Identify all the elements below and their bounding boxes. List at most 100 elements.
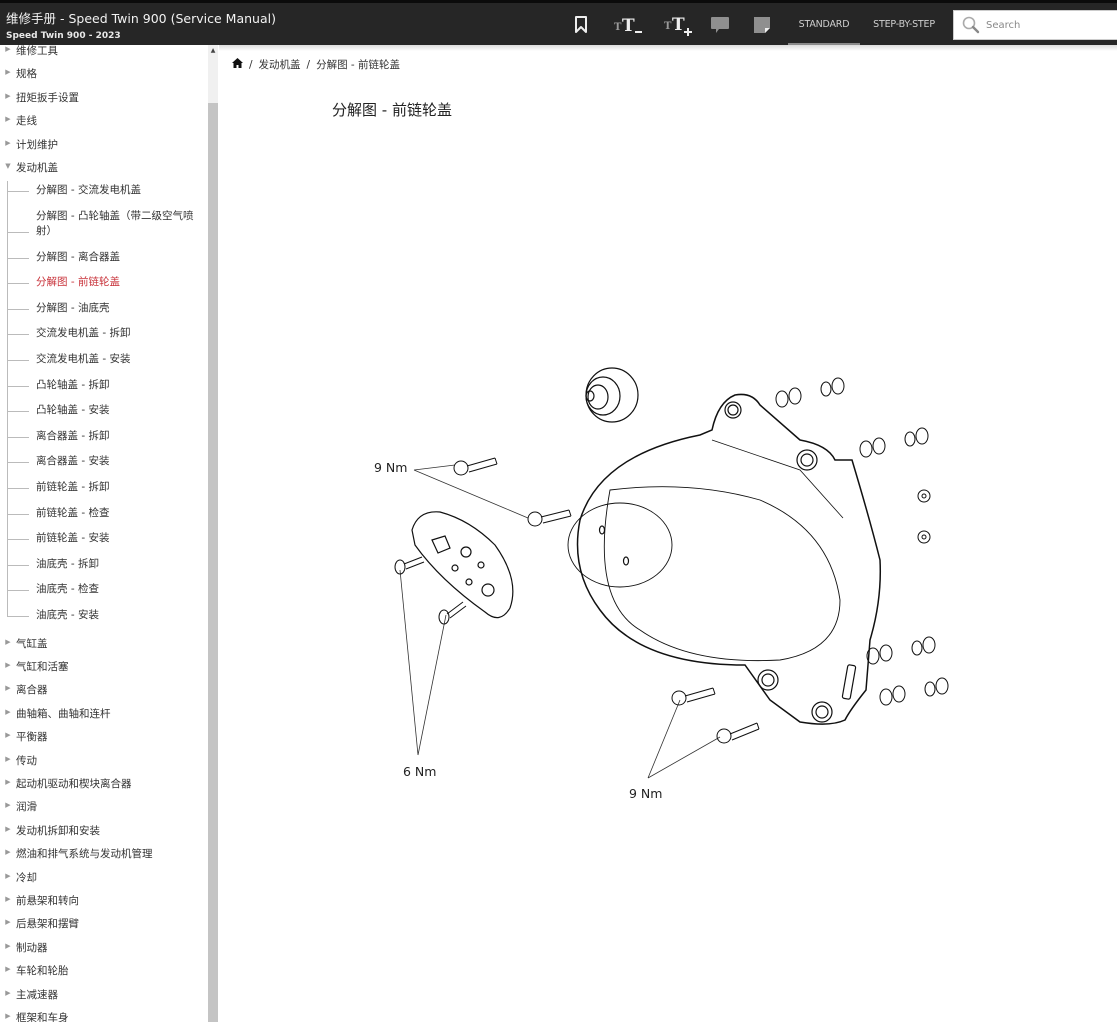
sidebar-item[interactable]: ▶ 走线: [0, 113, 205, 128]
caret-right-icon[interactable]: ▶: [0, 45, 16, 53]
sidebar-subitem[interactable]: 分解图 - 油底壳: [36, 301, 196, 316]
sidebar-subitem[interactable]: 离合器盖 - 拆卸: [36, 429, 196, 444]
tab-standard[interactable]: STANDARD: [788, 3, 860, 46]
sidebar-item[interactable]: ▶ 气缸和活塞: [0, 659, 205, 674]
top-bar: 维修手册 - Speed Twin 900 (Service Manual) S…: [0, 0, 1117, 46]
caret-right-icon[interactable]: ▶: [0, 661, 16, 669]
sidebar-item[interactable]: ▶ 制动器: [0, 940, 205, 955]
caret-right-icon[interactable]: ▶: [0, 801, 16, 809]
comment-button[interactable]: [709, 13, 731, 37]
sidebar-item[interactable]: ▶ 燃油和排气系统与发动机管理: [0, 846, 205, 861]
sidebar-item[interactable]: ▼ 发动机盖: [0, 160, 205, 175]
caret-right-icon[interactable]: ▶: [0, 755, 16, 763]
sidebar-item[interactable]: ▶ 框架和车身: [0, 1010, 205, 1022]
sidebar-item[interactable]: ▶ 扭矩扳手设置: [0, 90, 205, 105]
tree-connector: [7, 462, 29, 464]
caret-right-icon[interactable]: ▶: [0, 1012, 16, 1020]
bookmark-icon: [575, 16, 587, 33]
caret-right-icon[interactable]: ▶: [0, 115, 16, 123]
sidebar-subitem[interactable]: 前链轮盖 - 安装: [36, 531, 196, 546]
sidebar-item[interactable]: ▶ 气缸盖: [0, 636, 205, 651]
sidebar-item[interactable]: ▶ 前悬架和转向: [0, 893, 205, 908]
page-title: 分解图 - 前链轮盖: [332, 101, 452, 119]
dowels: [775, 377, 949, 706]
caret-right-icon[interactable]: ▶: [0, 778, 16, 786]
sidebar-subitem[interactable]: 油底壳 - 拆卸: [36, 557, 196, 572]
caret-right-icon[interactable]: ▶: [0, 895, 16, 903]
sidebar-item-label: 平衡器: [16, 731, 48, 744]
tree-connector: [7, 231, 29, 233]
sidebar-subitem-active[interactable]: 分解图 - 前链轮盖: [36, 275, 196, 290]
tree-connector: [7, 564, 29, 566]
sidebar-item[interactable]: ▶ 车轮和轮胎: [0, 963, 205, 978]
text-decrease-button[interactable]: TT: [612, 13, 646, 37]
caret-right-icon[interactable]: ▶: [0, 965, 16, 973]
sidebar-item[interactable]: ▶ 规格: [0, 66, 205, 81]
sidebar-subitem[interactable]: 凸轮轴盖 - 安装: [36, 403, 196, 418]
caret-right-icon[interactable]: ▶: [0, 139, 16, 147]
caret-right-icon[interactable]: ▶: [0, 731, 16, 739]
breadcrumb-home[interactable]: [232, 58, 243, 71]
sidebar-item[interactable]: ▶ 冷却: [0, 870, 205, 885]
tree-connector: [7, 308, 29, 310]
breadcrumb-item-current: 分解图 - 前链轮盖: [316, 59, 401, 71]
caret-right-icon[interactable]: ▶: [0, 68, 16, 76]
sidebar-item-label: 计划维护: [16, 138, 58, 151]
sidebar-subitem[interactable]: 油底壳 - 安装: [36, 608, 196, 623]
sidebar-item[interactable]: ▶ 维修工具: [0, 45, 205, 58]
sidebar-item[interactable]: ▶ 曲轴箱、曲轴和连杆: [0, 706, 205, 721]
sidebar-item[interactable]: ▶ 后悬架和摆臂: [0, 916, 205, 931]
search-icon: [962, 16, 980, 34]
breadcrumb-item[interactable]: 发动机盖: [259, 57, 301, 72]
sidebar-subitem[interactable]: 油底壳 - 检查: [36, 582, 196, 597]
sidebar-subitem[interactable]: 分解图 - 交流发电机盖: [36, 183, 196, 198]
caret-right-icon[interactable]: ▶: [0, 638, 16, 646]
scroll-up-arrow[interactable]: ▲: [208, 45, 218, 57]
caret-right-icon[interactable]: ▶: [0, 825, 16, 833]
torque-label-left: 6 Nm: [403, 764, 437, 779]
caret-right-icon[interactable]: ▶: [0, 918, 16, 926]
caret-right-icon[interactable]: ▶: [0, 92, 16, 100]
sidebar-scrollbar-thumb[interactable]: [208, 103, 218, 1022]
caret-right-icon[interactable]: ▶: [0, 684, 16, 692]
caret-right-icon[interactable]: ▶: [0, 708, 16, 716]
caret-right-icon[interactable]: ▶: [0, 989, 16, 997]
tab-step-by-step[interactable]: STEP-BY-STEP: [864, 3, 944, 45]
caret-down-icon[interactable]: ▼: [0, 162, 16, 170]
sidebar-item-label: 离合器: [16, 684, 48, 697]
bolts: [394, 457, 760, 744]
sidebar-subitem[interactable]: 分解图 - 凸轮轴盖（带二级空气喷射）: [36, 209, 196, 239]
sidebar-item[interactable]: ▶ 计划维护: [0, 137, 205, 152]
sidebar-subitem[interactable]: 离合器盖 - 安装: [36, 454, 196, 469]
sidebar-subitem[interactable]: 前链轮盖 - 检查: [36, 506, 196, 521]
text-increase-button[interactable]: TT: [662, 13, 696, 37]
sidebar-item[interactable]: ▶ 起动机驱动和楔块离合器: [0, 776, 205, 791]
sidebar-subitem[interactable]: 交流发电机盖 - 安装: [36, 352, 196, 367]
sidebar-item[interactable]: ▶ 传动: [0, 753, 205, 768]
svg-text:T: T: [614, 22, 622, 33]
sidebar-item[interactable]: ▶ 润滑: [0, 799, 205, 814]
sidebar-subitem[interactable]: 交流发电机盖 - 拆卸: [36, 326, 196, 341]
svg-text:T: T: [664, 21, 672, 32]
sidebar-item-label: 扭矩扳手设置: [16, 91, 79, 104]
torque-label-top: 9 Nm: [374, 460, 408, 475]
sidebar-item-label: 冷却: [16, 871, 37, 884]
guide-plate: [411, 511, 514, 619]
caret-right-icon[interactable]: ▶: [0, 848, 16, 856]
search-box[interactable]: [953, 10, 1117, 40]
search-input[interactable]: [986, 19, 1106, 31]
sidebar-subitem[interactable]: 前链轮盖 - 拆卸: [36, 480, 196, 495]
sidebar-item[interactable]: ▶ 离合器: [0, 682, 205, 697]
sidebar-item[interactable]: ▶ 主减速器: [0, 987, 205, 1002]
sidebar-item[interactable]: ▶ 平衡器: [0, 729, 205, 744]
bookmark-button[interactable]: [570, 13, 592, 37]
tree-connector: [7, 513, 29, 515]
caret-right-icon[interactable]: ▶: [0, 942, 16, 950]
sidebar-subitem[interactable]: 凸轮轴盖 - 拆卸: [36, 378, 196, 393]
breadcrumb-separator: /: [249, 58, 253, 71]
svg-text:T: T: [622, 16, 635, 35]
sidebar-subitem[interactable]: 分解图 - 离合器盖: [36, 250, 196, 265]
note-button[interactable]: [751, 13, 773, 37]
caret-right-icon[interactable]: ▶: [0, 872, 16, 880]
sidebar-item[interactable]: ▶ 发动机拆卸和安装: [0, 823, 205, 838]
